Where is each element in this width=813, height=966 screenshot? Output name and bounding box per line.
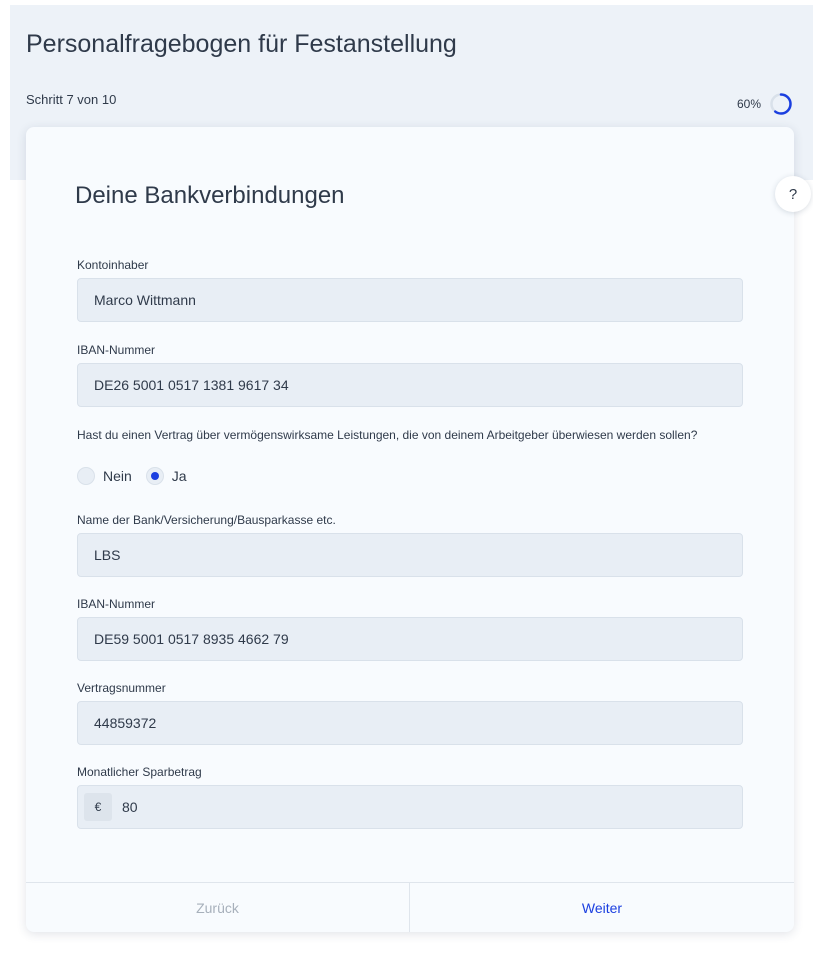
iban-value: DE26 5001 0517 1381 9617 34 <box>94 377 289 393</box>
contract-number-value: 44859372 <box>94 715 157 731</box>
currency-prefix: € <box>84 793 112 821</box>
radio-ja[interactable] <box>145 467 164 485</box>
page-title: Personalfragebogen für Festanstellung <box>26 30 457 58</box>
radio-nein[interactable] <box>77 467 95 485</box>
account-holder-label: Kontoinhaber <box>77 258 149 272</box>
section-title: Deine Bankverbindungen <box>75 182 345 209</box>
savings-contract-question: Hast du einen Vertrag über vermögenswirk… <box>77 428 698 442</box>
radio-label-ja: Ja <box>171 468 187 484</box>
iban-label: IBAN-Nummer <box>77 343 156 357</box>
monthly-amount-field[interactable]: € 80 <box>77 785 743 829</box>
contract-iban-field[interactable]: DE59 5001 0517 8935 4662 79 <box>77 617 743 661</box>
savings-contract-radio-group: Nein Ja <box>77 467 187 485</box>
bank-name-label: Name der Bank/Versicherung/Bausparkasse … <box>77 513 336 527</box>
bank-name-field[interactable]: LBS <box>77 533 743 577</box>
iban-field[interactable]: DE26 5001 0517 1381 9617 34 <box>77 363 743 407</box>
next-button[interactable]: Weiter <box>410 883 794 932</box>
progress-percent: 60% <box>736 97 761 111</box>
account-holder-value: Marco Wittmann <box>94 292 196 308</box>
monthly-amount-value: 80 <box>122 799 138 815</box>
radio-option-ja[interactable]: Ja <box>145 467 187 485</box>
contract-number-label: Vertragsnummer <box>77 681 166 695</box>
radio-label-nein: Nein <box>103 468 132 484</box>
monthly-amount-label: Monatlicher Sparbetrag <box>77 765 202 779</box>
contract-iban-label: IBAN-Nummer <box>77 597 156 611</box>
bank-name-value: LBS <box>94 547 121 563</box>
back-button[interactable]: Zurück <box>26 883 409 932</box>
radio-option-nein[interactable]: Nein <box>77 467 132 485</box>
contract-number-field[interactable]: 44859372 <box>77 701 743 745</box>
help-button[interactable]: ? <box>775 176 811 212</box>
progress-ring-icon <box>770 93 792 115</box>
account-holder-field[interactable]: Marco Wittmann <box>77 278 743 322</box>
help-icon: ? <box>788 185 798 203</box>
contract-iban-value: DE59 5001 0517 8935 4662 79 <box>94 631 289 647</box>
progress-indicator: 60% <box>737 92 793 116</box>
step-indicator: Schritt 7 von 10 <box>26 92 117 107</box>
